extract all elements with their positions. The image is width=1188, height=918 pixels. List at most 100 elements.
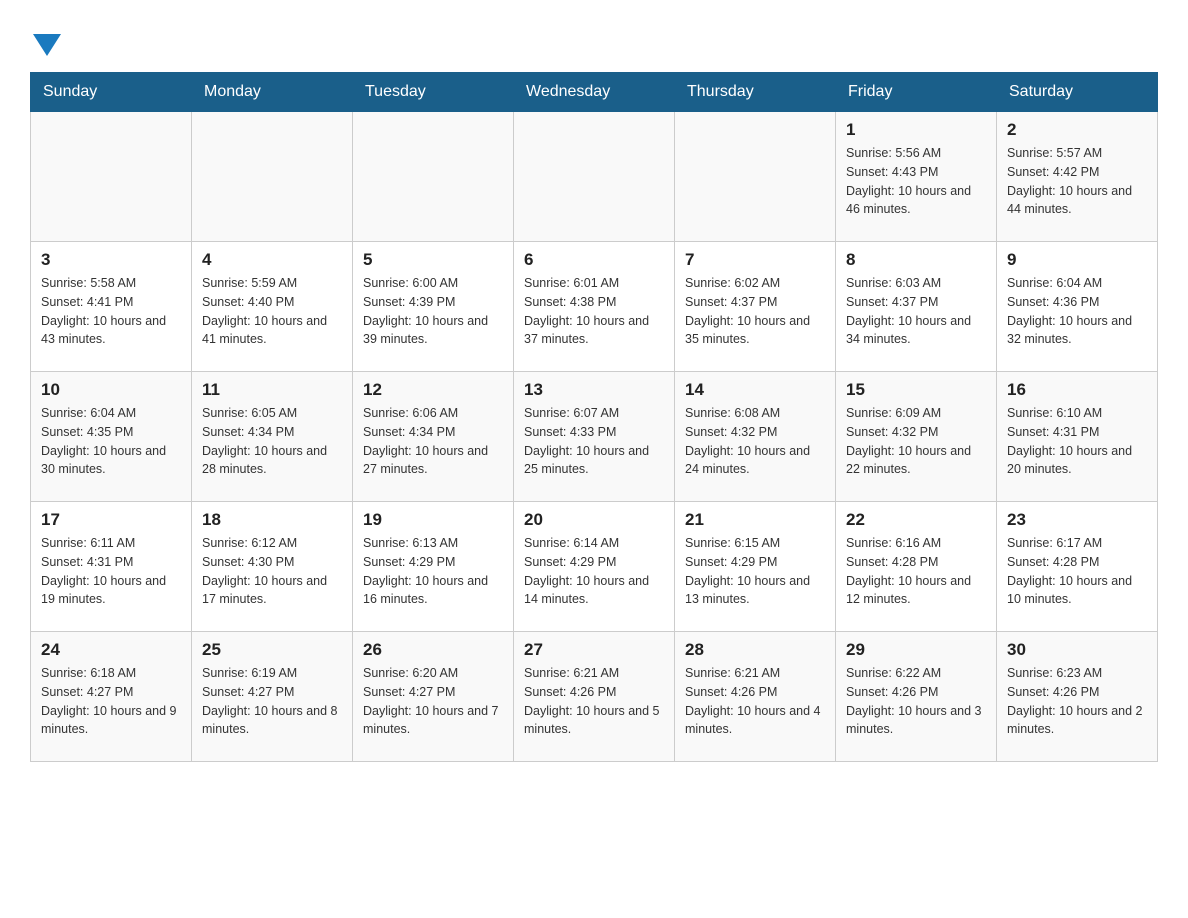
calendar-week-row: 17 Sunrise: 6:11 AM Sunset: 4:31 PM Dayli… [31,502,1158,632]
day-number: 3 [41,250,181,270]
day-info: Sunrise: 6:14 AM Sunset: 4:29 PM Dayligh… [524,534,664,609]
day-info: Sunrise: 6:00 AM Sunset: 4:39 PM Dayligh… [363,274,503,349]
page-header [30,30,1158,52]
day-info: Sunrise: 6:03 AM Sunset: 4:37 PM Dayligh… [846,274,986,349]
day-info: Sunrise: 6:15 AM Sunset: 4:29 PM Dayligh… [685,534,825,609]
day-number: 9 [1007,250,1147,270]
day-number: 13 [524,380,664,400]
day-number: 17 [41,510,181,530]
calendar-cell: 21 Sunrise: 6:15 AM Sunset: 4:29 PM Dayli… [675,502,836,632]
calendar-cell: 3 Sunrise: 5:58 AM Sunset: 4:41 PM Daylig… [31,242,192,372]
day-number: 21 [685,510,825,530]
calendar-cell: 11 Sunrise: 6:05 AM Sunset: 4:34 PM Dayli… [192,372,353,502]
day-number: 10 [41,380,181,400]
day-number: 26 [363,640,503,660]
day-number: 23 [1007,510,1147,530]
day-number: 4 [202,250,342,270]
calendar-cell: 6 Sunrise: 6:01 AM Sunset: 4:38 PM Daylig… [514,242,675,372]
day-number: 30 [1007,640,1147,660]
day-number: 14 [685,380,825,400]
day-info: Sunrise: 5:59 AM Sunset: 4:40 PM Dayligh… [202,274,342,349]
logo-triangle-icon [33,34,61,56]
calendar-cell [353,112,514,242]
day-info: Sunrise: 6:06 AM Sunset: 4:34 PM Dayligh… [363,404,503,479]
calendar-cell: 5 Sunrise: 6:00 AM Sunset: 4:39 PM Daylig… [353,242,514,372]
day-info: Sunrise: 6:12 AM Sunset: 4:30 PM Dayligh… [202,534,342,609]
calendar-cell: 29 Sunrise: 6:22 AM Sunset: 4:26 PM Dayli… [836,632,997,762]
day-info: Sunrise: 6:01 AM Sunset: 4:38 PM Dayligh… [524,274,664,349]
day-info: Sunrise: 6:16 AM Sunset: 4:28 PM Dayligh… [846,534,986,609]
day-info: Sunrise: 5:57 AM Sunset: 4:42 PM Dayligh… [1007,144,1147,219]
weekday-header: Friday [836,73,997,112]
calendar-cell: 28 Sunrise: 6:21 AM Sunset: 4:26 PM Dayli… [675,632,836,762]
calendar-cell: 7 Sunrise: 6:02 AM Sunset: 4:37 PM Daylig… [675,242,836,372]
logo [30,30,61,52]
calendar-cell [675,112,836,242]
calendar-week-row: 1Sunrise: 5:56 AM Sunset: 4:43 PM Daylig… [31,112,1158,242]
day-number: 29 [846,640,986,660]
calendar-cell: 15 Sunrise: 6:09 AM Sunset: 4:32 PM Dayli… [836,372,997,502]
day-info: Sunrise: 5:58 AM Sunset: 4:41 PM Dayligh… [41,274,181,349]
calendar-week-row: 24 Sunrise: 6:18 AM Sunset: 4:27 PM Dayli… [31,632,1158,762]
day-number: 27 [524,640,664,660]
weekday-header: Wednesday [514,73,675,112]
calendar-cell: 26Sunrise: 6:20 AM Sunset: 4:27 PM Dayli… [353,632,514,762]
calendar-cell: 8 Sunrise: 6:03 AM Sunset: 4:37 PM Daylig… [836,242,997,372]
calendar-cell [514,112,675,242]
weekday-header: Tuesday [353,73,514,112]
calendar-cell: 16 Sunrise: 6:10 AM Sunset: 4:31 PM Dayli… [997,372,1158,502]
day-info: Sunrise: 6:08 AM Sunset: 4:32 PM Dayligh… [685,404,825,479]
calendar-cell: 20Sunrise: 6:14 AM Sunset: 4:29 PM Dayli… [514,502,675,632]
day-number: 8 [846,250,986,270]
calendar-cell: 4 Sunrise: 5:59 AM Sunset: 4:40 PM Daylig… [192,242,353,372]
day-info: Sunrise: 6:09 AM Sunset: 4:32 PM Dayligh… [846,404,986,479]
day-info: Sunrise: 6:21 AM Sunset: 4:26 PM Dayligh… [524,664,664,739]
day-number: 28 [685,640,825,660]
calendar-cell: 23 Sunrise: 6:17 AM Sunset: 4:28 PM Dayli… [997,502,1158,632]
calendar-cell: 30 Sunrise: 6:23 AM Sunset: 4:26 PM Dayli… [997,632,1158,762]
weekday-header: Saturday [997,73,1158,112]
calendar-cell: 25Sunrise: 6:19 AM Sunset: 4:27 PM Dayli… [192,632,353,762]
day-number: 6 [524,250,664,270]
day-info: Sunrise: 6:19 AM Sunset: 4:27 PM Dayligh… [202,664,342,739]
day-info: Sunrise: 6:11 AM Sunset: 4:31 PM Dayligh… [41,534,181,609]
day-info: Sunrise: 6:02 AM Sunset: 4:37 PM Dayligh… [685,274,825,349]
day-info: Sunrise: 6:21 AM Sunset: 4:26 PM Dayligh… [685,664,825,739]
calendar-cell: 2 Sunrise: 5:57 AM Sunset: 4:42 PM Daylig… [997,112,1158,242]
day-info: Sunrise: 6:07 AM Sunset: 4:33 PM Dayligh… [524,404,664,479]
day-info: Sunrise: 6:05 AM Sunset: 4:34 PM Dayligh… [202,404,342,479]
day-number: 7 [685,250,825,270]
day-number: 5 [363,250,503,270]
day-number: 24 [41,640,181,660]
day-number: 2 [1007,120,1147,140]
calendar-cell: 10 Sunrise: 6:04 AM Sunset: 4:35 PM Dayli… [31,372,192,502]
day-info: Sunrise: 6:13 AM Sunset: 4:29 PM Dayligh… [363,534,503,609]
calendar-cell: 19 Sunrise: 6:13 AM Sunset: 4:29 PM Dayli… [353,502,514,632]
calendar-header-row: SundayMondayTuesdayWednesdayThursdayFrid… [31,73,1158,112]
calendar-week-row: 3 Sunrise: 5:58 AM Sunset: 4:41 PM Daylig… [31,242,1158,372]
day-number: 16 [1007,380,1147,400]
calendar-cell: 12 Sunrise: 6:06 AM Sunset: 4:34 PM Dayli… [353,372,514,502]
calendar-cell [192,112,353,242]
calendar-cell: 18Sunrise: 6:12 AM Sunset: 4:30 PM Dayli… [192,502,353,632]
day-number: 22 [846,510,986,530]
calendar-cell: 22 Sunrise: 6:16 AM Sunset: 4:28 PM Dayli… [836,502,997,632]
calendar-table: SundayMondayTuesdayWednesdayThursdayFrid… [30,72,1158,762]
day-number: 12 [363,380,503,400]
calendar-cell: 14 Sunrise: 6:08 AM Sunset: 4:32 PM Dayli… [675,372,836,502]
day-info: Sunrise: 5:56 AM Sunset: 4:43 PM Dayligh… [846,144,986,219]
day-number: 15 [846,380,986,400]
day-info: Sunrise: 6:22 AM Sunset: 4:26 PM Dayligh… [846,664,986,739]
day-number: 19 [363,510,503,530]
day-info: Sunrise: 6:10 AM Sunset: 4:31 PM Dayligh… [1007,404,1147,479]
calendar-week-row: 10 Sunrise: 6:04 AM Sunset: 4:35 PM Dayli… [31,372,1158,502]
calendar-cell [31,112,192,242]
calendar-cell: 1Sunrise: 5:56 AM Sunset: 4:43 PM Daylig… [836,112,997,242]
calendar-cell: 9Sunrise: 6:04 AM Sunset: 4:36 PM Daylig… [997,242,1158,372]
day-info: Sunrise: 6:23 AM Sunset: 4:26 PM Dayligh… [1007,664,1147,739]
day-info: Sunrise: 6:04 AM Sunset: 4:35 PM Dayligh… [41,404,181,479]
day-info: Sunrise: 6:17 AM Sunset: 4:28 PM Dayligh… [1007,534,1147,609]
weekday-header: Sunday [31,73,192,112]
day-info: Sunrise: 6:18 AM Sunset: 4:27 PM Dayligh… [41,664,181,739]
day-number: 11 [202,380,342,400]
